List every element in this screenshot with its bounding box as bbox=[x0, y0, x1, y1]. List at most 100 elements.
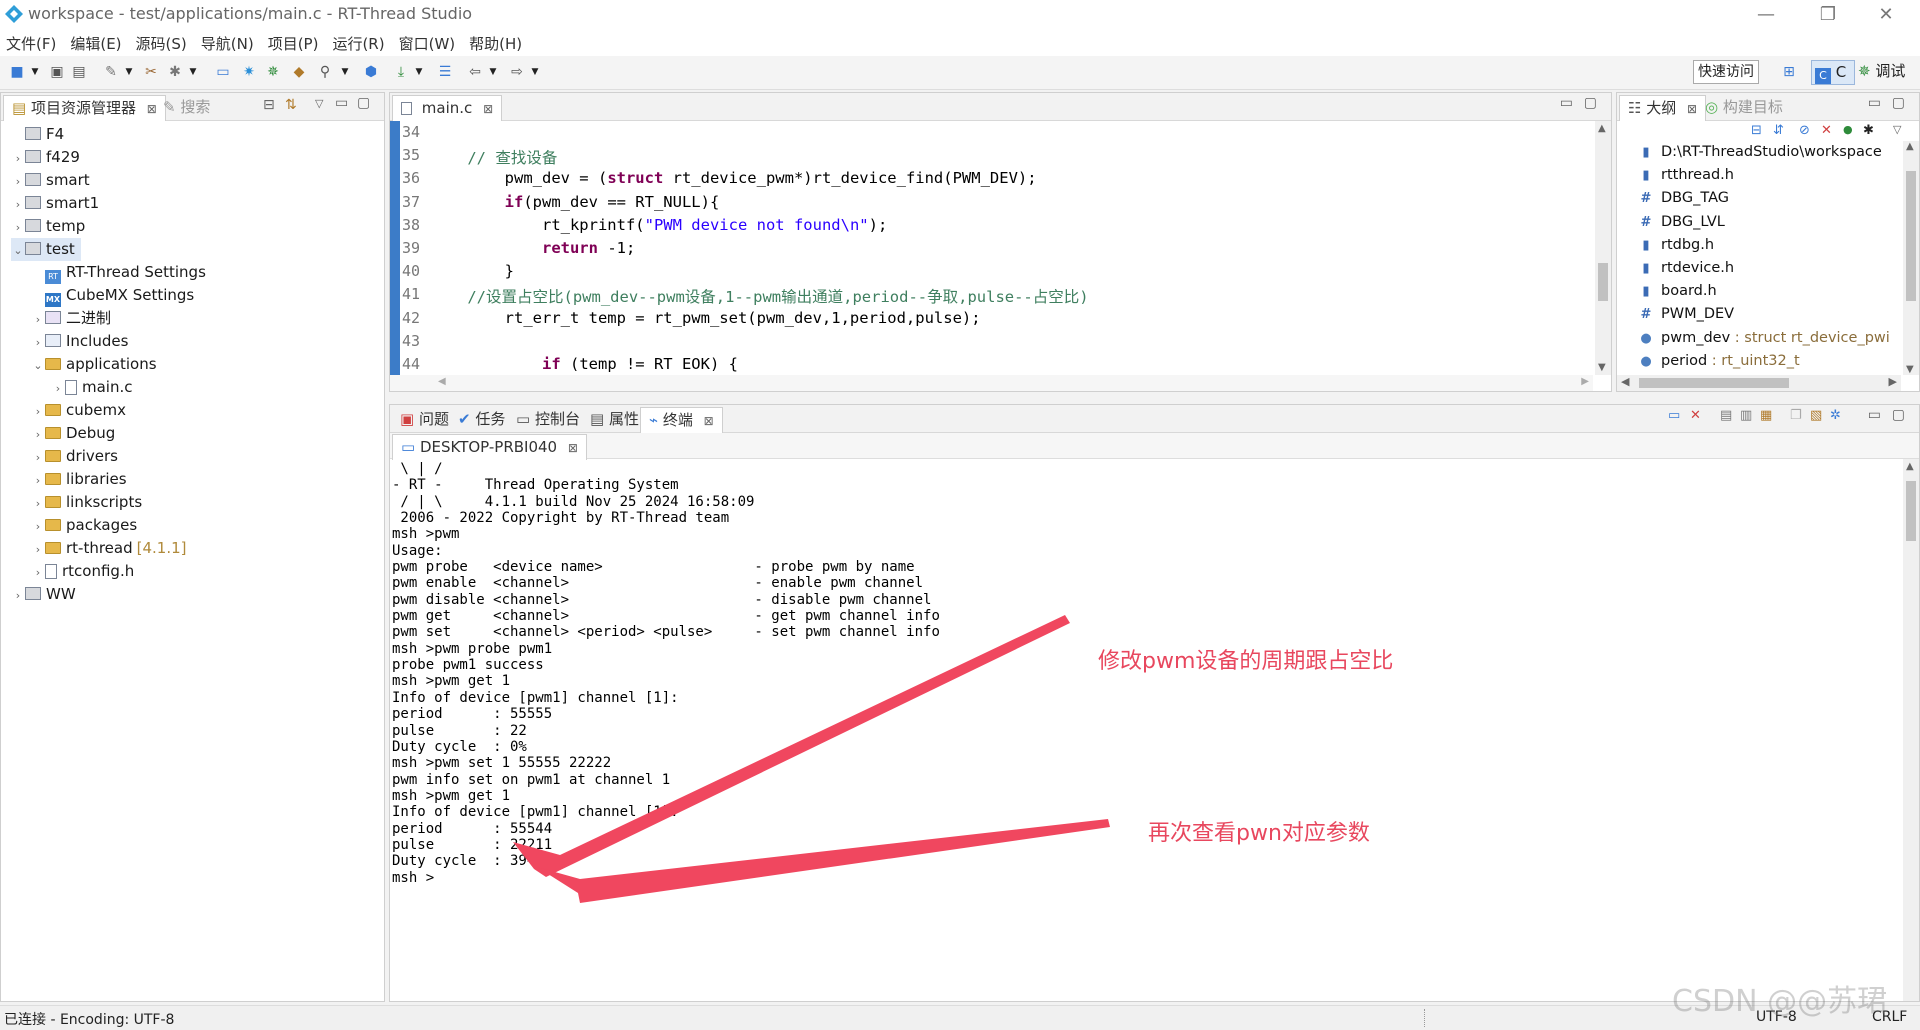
chevron-down-icon[interactable]: ⌄ bbox=[11, 239, 25, 262]
open-perspective-icon[interactable]: ⊞ bbox=[1780, 63, 1798, 81]
new-icon[interactable]: ■ bbox=[8, 63, 26, 81]
tree-item-cubemx[interactable]: › cubemx bbox=[31, 399, 126, 422]
disconnect-icon[interactable]: ✕ bbox=[1690, 408, 1701, 423]
editor-hscroll[interactable]: ◀ ▶ bbox=[390, 375, 1593, 391]
chevron-right-icon[interactable]: › bbox=[31, 446, 45, 469]
forward-icon[interactable]: ⇨ bbox=[508, 63, 526, 81]
tree-item-smart1[interactable]: › smart1 bbox=[11, 192, 99, 215]
code-area[interactable]: 34 35 36 37 38 39 40 41 42 43 44 // 查找设备 pwm_dev =… bbox=[390, 121, 1593, 375]
open-terminal-icon[interactable]: ▭ bbox=[1668, 408, 1680, 423]
scroll-up-icon[interactable]: ▲ bbox=[1598, 123, 1606, 134]
minimize-button[interactable]: — bbox=[1746, 2, 1786, 28]
maximize-bottom-icon[interactable]: ▢ bbox=[1892, 407, 1905, 423]
tab-main-c[interactable]: main.c ⊠ bbox=[392, 95, 503, 121]
outline-item[interactable]: ● pwm_dev : struct rt_device_pwi bbox=[1639, 327, 1889, 350]
chevron-right-icon[interactable]: › bbox=[11, 147, 25, 170]
tree-item-libraries[interactable]: › libraries bbox=[31, 468, 127, 491]
chevron-right-icon[interactable]: › bbox=[11, 584, 25, 607]
menu-navigate[interactable]: 导航(N) bbox=[201, 33, 254, 54]
code-line[interactable]: pwm_dev = (struct rt_device_pwm*)rt_devi… bbox=[430, 169, 1037, 187]
tools-icon[interactable]: ✱ bbox=[166, 63, 184, 81]
layers-icon[interactable]: ☰ bbox=[436, 63, 454, 81]
terminal-scroll-thumb[interactable] bbox=[1906, 481, 1916, 541]
search-icon[interactable]: ⚲ bbox=[316, 63, 334, 81]
tab-console[interactable]: ▭ 控制台 bbox=[508, 407, 588, 433]
outline-scroll-thumb[interactable] bbox=[1906, 171, 1916, 301]
outline-hscroll-thumb[interactable] bbox=[1639, 378, 1789, 388]
perspective-c-button[interactable]: C C bbox=[1811, 60, 1855, 85]
code-line[interactable]: return -1; bbox=[430, 239, 635, 257]
clear-icon[interactable]: ▥ bbox=[1740, 408, 1752, 423]
menu-project[interactable]: 项目(P) bbox=[268, 33, 319, 54]
maximize-editor-icon[interactable]: ▢ bbox=[1584, 95, 1597, 111]
chevron-down-icon[interactable]: ⌄ bbox=[31, 354, 45, 377]
package-icon[interactable]: ⬢ bbox=[362, 63, 380, 81]
menu-window[interactable]: 窗口(W) bbox=[399, 33, 456, 54]
back-icon[interactable]: ⇦ bbox=[466, 63, 484, 81]
tree-item-smart[interactable]: › smart bbox=[11, 169, 90, 192]
editor-scroll-thumb[interactable] bbox=[1598, 263, 1608, 301]
tab-desktop-terminal[interactable]: ▭ DESKTOP-PRBI040 ⊠ bbox=[392, 434, 587, 460]
chevron-right-icon[interactable]: › bbox=[11, 193, 25, 216]
chevron-right-icon[interactable]: › bbox=[31, 331, 45, 354]
tab-properties[interactable]: ▤ 属性 bbox=[582, 407, 647, 433]
scroll-up-icon[interactable]: ▲ bbox=[1906, 141, 1914, 152]
chevron-right-icon[interactable]: › bbox=[31, 400, 45, 423]
scroll-left-icon[interactable]: ◀ bbox=[1621, 375, 1629, 388]
build-dropdown-icon[interactable]: ▼ bbox=[120, 63, 138, 81]
minimize-view-icon[interactable]: ▭ bbox=[335, 95, 348, 111]
tree-item-debug[interactable]: › Debug bbox=[31, 422, 116, 445]
quick-access-input[interactable]: 快速访问 bbox=[1693, 60, 1759, 84]
close-tab-icon[interactable]: ⊠ bbox=[483, 102, 493, 116]
outline-item[interactable]: # DBG_LVL bbox=[1639, 211, 1725, 234]
tree-item-二进制[interactable]: › 二进制 bbox=[31, 307, 111, 330]
chevron-right-icon[interactable]: › bbox=[31, 561, 45, 584]
outline-item[interactable]: # PWM_DEV bbox=[1639, 303, 1735, 326]
outline-item[interactable]: ▮ board.h bbox=[1639, 280, 1716, 303]
outline-item[interactable]: ▮ D:\RT-ThreadStudio\workspace bbox=[1639, 141, 1881, 164]
tree-item-temp[interactable]: › temp bbox=[11, 215, 85, 238]
scroll-down-icon[interactable]: ▼ bbox=[1598, 362, 1606, 373]
menu-help[interactable]: 帮助(H) bbox=[469, 33, 522, 54]
tab-outline[interactable]: ☷ 大纲 ⊠ bbox=[1619, 95, 1707, 121]
chevron-right-icon[interactable]: › bbox=[31, 492, 45, 515]
outline-item[interactable]: ▮ rtthread.h bbox=[1639, 164, 1734, 187]
tools-dropdown-icon[interactable]: ▼ bbox=[184, 63, 202, 81]
tree-item-f429[interactable]: › f429 bbox=[11, 146, 80, 169]
minimize-editor-icon[interactable]: ▭ bbox=[1560, 95, 1573, 111]
outline-vscroll[interactable]: ▲ ▼ bbox=[1903, 141, 1919, 375]
hide-static-icon[interactable]: ✕ bbox=[1821, 123, 1832, 138]
tree-item-test[interactable]: ⌄ test bbox=[11, 238, 81, 261]
close-tab-icon[interactable]: ⊠ bbox=[1687, 102, 1697, 116]
outline-item[interactable]: ▮ rtdbg.h bbox=[1639, 234, 1714, 257]
code-line[interactable]: // 查找设备 bbox=[430, 146, 557, 168]
search-dropdown-icon[interactable]: ▼ bbox=[336, 63, 354, 81]
tab-problems[interactable]: ▣ 问题 bbox=[392, 407, 457, 433]
tab-tasks[interactable]: ✔ 任务 bbox=[450, 407, 513, 433]
outline-menu-icon[interactable]: ▽ bbox=[1893, 123, 1901, 136]
tab-terminal[interactable]: ⌁ 终端 ⊠ bbox=[640, 407, 723, 433]
menu-run[interactable]: 运行(R) bbox=[332, 33, 384, 54]
back-dropdown-icon[interactable]: ▼ bbox=[484, 63, 502, 81]
code-line[interactable]: rt_kprintf("PWM device not found\n"); bbox=[430, 216, 887, 234]
chevron-right-icon[interactable]: › bbox=[31, 515, 45, 538]
scroll-right-icon[interactable]: ▶ bbox=[1581, 376, 1589, 387]
tree-item-f4[interactable]: F4 bbox=[11, 123, 64, 146]
tree-item-applications[interactable]: ⌄ applications bbox=[31, 353, 156, 377]
tree-item-rt-thread[interactable]: › rt-thread [4.1.1] bbox=[31, 537, 187, 560]
download-arrow-icon[interactable]: ⤓ bbox=[392, 63, 410, 81]
forward-dropdown-icon[interactable]: ▼ bbox=[526, 63, 544, 81]
pin-icon[interactable]: ▦ bbox=[1760, 408, 1772, 423]
scroll-right-icon[interactable]: ▶ bbox=[1889, 375, 1897, 388]
settings-icon[interactable]: ✷ bbox=[240, 63, 258, 81]
close-tab-icon[interactable]: ⊠ bbox=[568, 441, 578, 455]
code-line[interactable]: } bbox=[430, 262, 514, 280]
collapse-outline-icon[interactable]: ⊟ bbox=[1751, 123, 1762, 138]
chevron-right-icon[interactable]: › bbox=[31, 469, 45, 492]
tree-item-main-c[interactable]: › main.c bbox=[51, 376, 133, 399]
sort-icon[interactable]: ⇵ bbox=[1773, 123, 1784, 138]
tab-project-explorer[interactable]: ▤ 项目资源管理器 ⊠ bbox=[3, 95, 166, 121]
maximize-outline-icon[interactable]: ▢ bbox=[1892, 95, 1905, 111]
view-menu-icon[interactable]: ▽ bbox=[315, 97, 323, 110]
outline-hscroll[interactable]: ◀ ▶ bbox=[1617, 375, 1901, 391]
